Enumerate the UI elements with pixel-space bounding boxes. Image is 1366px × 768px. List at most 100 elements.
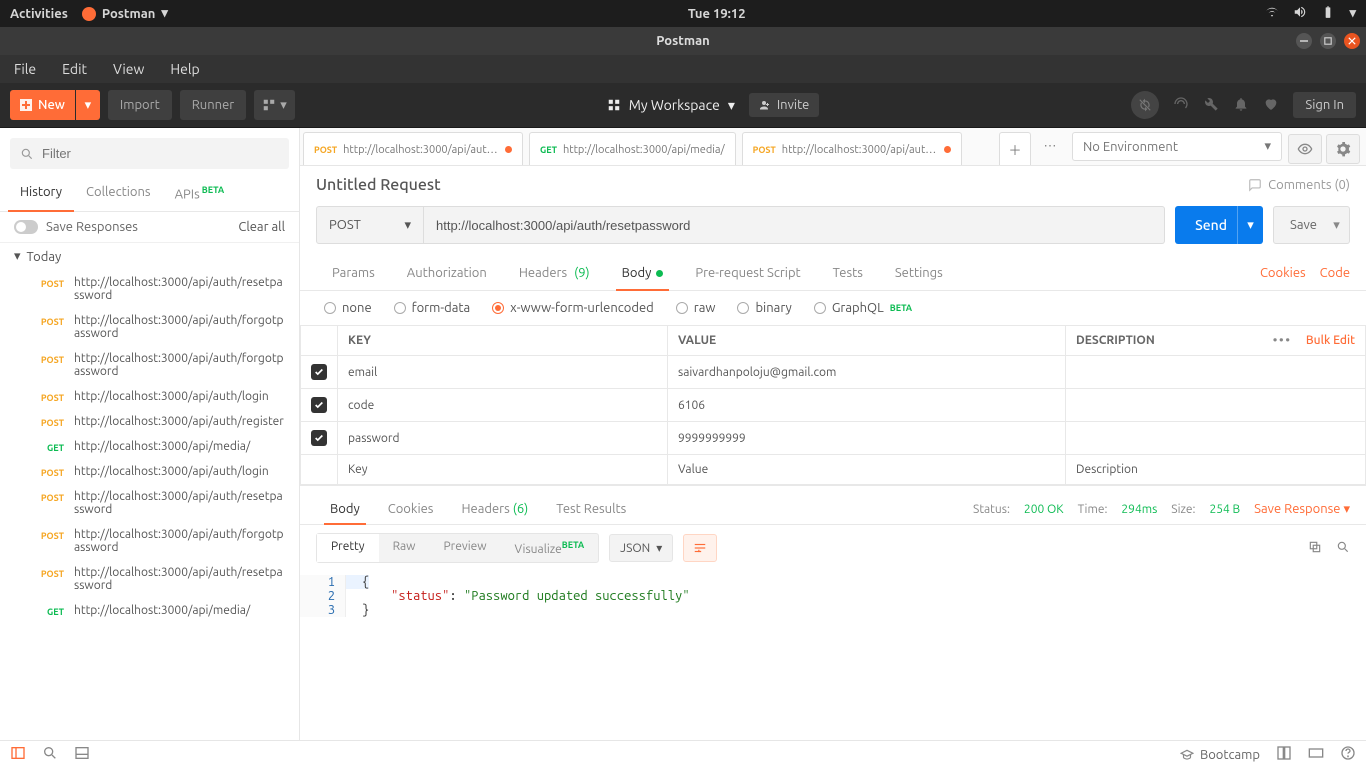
save-dropdown[interactable]: ▾ [1324, 206, 1350, 244]
close-button[interactable] [1344, 33, 1360, 49]
resp-tab-cookies[interactable]: Cookies [374, 494, 448, 524]
history-item[interactable]: POSThttp://localhost:3000/api/auth/forgo… [0, 522, 299, 560]
row-key[interactable]: code [338, 389, 668, 422]
radio-binary[interactable]: binary [737, 301, 791, 315]
view-visualize[interactable]: VisualizeBETA [501, 534, 599, 562]
subtab-headers[interactable]: Headers (9) [503, 256, 606, 290]
view-raw[interactable]: Raw [379, 534, 430, 562]
capture-button[interactable] [1173, 96, 1189, 115]
request-tab[interactable]: POSThttp://localhost:3000/api/auth... [742, 132, 962, 165]
value-placeholder[interactable]: Value [668, 455, 1066, 485]
subtab-params[interactable]: Params [316, 256, 391, 290]
history-item[interactable]: POSThttp://localhost:3000/api/auth/reset… [0, 270, 299, 308]
volume-icon[interactable] [1293, 5, 1307, 22]
signin-button[interactable]: Sign In [1293, 92, 1356, 118]
subtab-settings[interactable]: Settings [879, 256, 959, 290]
table-row[interactable]: code6106 [301, 389, 1366, 422]
comments-button[interactable]: Comments (0) [1248, 178, 1350, 192]
toggle-sidebar-button[interactable] [10, 745, 26, 764]
sync-button[interactable] [1131, 91, 1159, 119]
bulk-edit-button[interactable]: Bulk Edit [1306, 334, 1355, 347]
row-desc[interactable] [1066, 356, 1366, 389]
clear-all-button[interactable]: Clear all [238, 220, 285, 234]
env-preview-button[interactable] [1288, 134, 1322, 164]
method-selector[interactable]: POST ▾ [316, 206, 424, 244]
subtab-tests[interactable]: Tests [817, 256, 879, 290]
activities-label[interactable]: Activities [10, 7, 68, 21]
row-checkbox[interactable] [311, 364, 327, 380]
copy-response-button[interactable] [1308, 540, 1322, 557]
favorites-button[interactable] [1263, 96, 1279, 115]
new-tab-button[interactable]: ＋ [999, 132, 1031, 165]
table-row[interactable]: password9999999999 [301, 422, 1366, 455]
request-tab[interactable]: GEThttp://localhost:3000/api/media/ [529, 132, 736, 165]
code-link[interactable]: Code [1320, 266, 1350, 280]
radio-none[interactable]: none [324, 301, 372, 315]
resp-tab-headers[interactable]: Headers (6) [447, 494, 542, 524]
wrap-text-button[interactable] [683, 534, 717, 562]
row-desc[interactable] [1066, 422, 1366, 455]
row-value[interactable]: 6106 [668, 389, 1066, 422]
clock[interactable]: Tue 19:12 [168, 7, 1266, 21]
history-item[interactable]: GEThttp://localhost:3000/api/media/ [0, 598, 299, 623]
radio-raw[interactable]: raw [676, 301, 716, 315]
environment-selector[interactable]: No Environment ▾ [1072, 132, 1282, 161]
resp-tab-body[interactable]: Body [316, 494, 374, 524]
table-row[interactable]: emailsaivardhanpoloju@gmail.com [301, 356, 1366, 389]
wifi-icon[interactable] [1265, 5, 1279, 22]
chevron-down-icon[interactable]: ▾ [1349, 6, 1356, 21]
radio-formdata[interactable]: form-data [394, 301, 471, 315]
console-button[interactable] [74, 745, 90, 764]
search-response-button[interactable] [1336, 540, 1350, 557]
menu-file[interactable]: File [8, 59, 42, 79]
workspace-selector[interactable]: My Workspace ▾ [607, 97, 735, 114]
history-group-today[interactable]: ▾ Today [0, 243, 299, 270]
import-button[interactable]: Import [108, 90, 172, 120]
history-item[interactable]: GEThttp://localhost:3000/api/media/ [0, 434, 299, 459]
history-item[interactable]: POSThttp://localhost:3000/api/auth/login [0, 459, 299, 484]
row-desc[interactable] [1066, 389, 1366, 422]
open-new-window-button[interactable]: ▾ [254, 90, 295, 120]
bulk-options-button[interactable]: ••• [1273, 334, 1292, 347]
maximize-button[interactable] [1320, 33, 1336, 49]
tab-apis[interactable]: APIsBETA [163, 175, 237, 211]
bootcamp-button[interactable]: Bootcamp [1180, 748, 1260, 762]
history-item[interactable]: POSThttp://localhost:3000/api/auth/regis… [0, 409, 299, 434]
response-code[interactable]: 1{ 2 "status": "Password updated success… [300, 571, 1366, 740]
row-value[interactable]: 9999999999 [668, 422, 1066, 455]
view-preview[interactable]: Preview [430, 534, 501, 562]
battery-icon[interactable] [1321, 5, 1335, 22]
notifications-button[interactable] [1233, 96, 1249, 115]
save-response-button[interactable]: Save Response ▾ [1254, 502, 1350, 517]
subtab-body[interactable]: Body [606, 256, 680, 290]
env-manage-button[interactable] [1326, 134, 1360, 164]
invite-button[interactable]: Invite [749, 93, 820, 117]
key-placeholder[interactable]: Key [338, 455, 668, 485]
cookies-link[interactable]: Cookies [1260, 266, 1306, 280]
active-app-menu[interactable]: Postman ▾ [82, 6, 168, 21]
new-button[interactable]: New [10, 90, 75, 120]
sidebar-filter-input[interactable] [42, 146, 279, 161]
menu-edit[interactable]: Edit [56, 59, 93, 79]
minimize-button[interactable] [1296, 33, 1312, 49]
history-list[interactable]: ▾ Today POSThttp://localhost:3000/api/au… [0, 243, 299, 740]
subtab-prereq[interactable]: Pre-request Script [679, 256, 816, 290]
sidebar-filter[interactable] [10, 138, 289, 169]
url-input[interactable] [424, 206, 1165, 244]
row-key[interactable]: password [338, 422, 668, 455]
send-dropdown[interactable]: ▾ [1237, 206, 1263, 244]
history-item[interactable]: POSThttp://localhost:3000/api/auth/forgo… [0, 346, 299, 384]
row-checkbox[interactable] [311, 397, 327, 413]
history-item[interactable]: POSThttp://localhost:3000/api/auth/reset… [0, 484, 299, 522]
desc-placeholder[interactable]: Description [1066, 455, 1366, 485]
menu-view[interactable]: View [107, 59, 150, 79]
keyboard-shortcuts-button[interactable] [1308, 745, 1324, 764]
radio-urlencoded[interactable]: x-www-form-urlencoded [492, 301, 654, 315]
resp-tab-test-results[interactable]: Test Results [542, 494, 640, 524]
tab-actions-button[interactable]: ⋯ [1034, 128, 1066, 165]
runner-button[interactable]: Runner [180, 90, 246, 120]
row-checkbox[interactable] [311, 430, 327, 446]
history-item[interactable]: POSThttp://localhost:3000/api/auth/login [0, 384, 299, 409]
help-button[interactable] [1340, 745, 1356, 764]
history-item[interactable]: POSThttp://localhost:3000/api/auth/forgo… [0, 308, 299, 346]
